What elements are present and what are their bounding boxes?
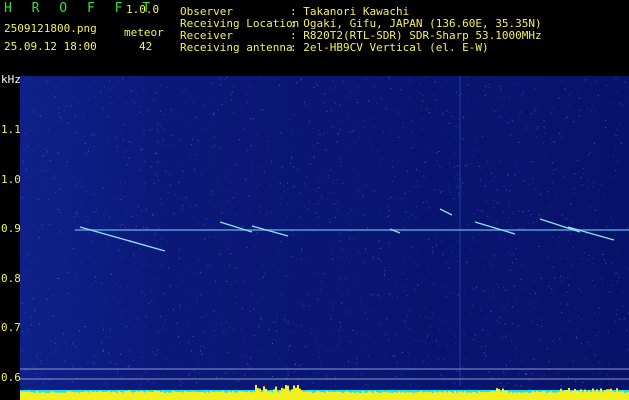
meteor-count: 42	[139, 40, 153, 53]
y-tick-0-7: 0.7	[1, 321, 21, 334]
antenna-label: Receiving antenna	[180, 41, 293, 54]
app-version: 1.0.0	[126, 3, 160, 16]
antenna-value: : 2el-HB9CV Vertical (el. E-W)	[290, 41, 489, 54]
spectrogram-background	[20, 76, 629, 400]
y-tick-0-6: 0.6	[1, 371, 21, 384]
y-tick-0-8: 0.8	[1, 272, 21, 285]
header-panel: H R O F F T 1.0.0 2509121800.png 25.09.1…	[0, 0, 629, 75]
y-tick-0-9: 0.9	[1, 222, 21, 235]
y-tick-1-1: 1.1	[1, 123, 21, 136]
file-name: 2509121800.png	[4, 22, 97, 35]
y-tick-1-0: 1.0	[1, 173, 21, 186]
spectrogram	[20, 76, 629, 400]
file-datetime: 25.09.12 18:00	[4, 40, 97, 53]
y-unit-label: kHz	[1, 73, 21, 86]
meteor-label: meteor	[124, 26, 164, 39]
